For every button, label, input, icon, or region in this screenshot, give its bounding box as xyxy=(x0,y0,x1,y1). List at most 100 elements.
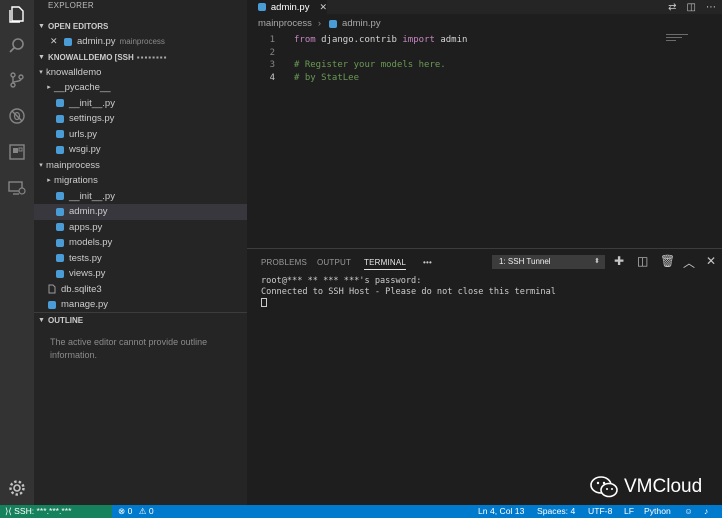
terminal-output[interactable]: root@*** ** *** ***'s password: Connected… xyxy=(247,276,722,311)
tree-folder[interactable]: ▸ __pycache__ xyxy=(34,80,247,96)
tab-label: admin.py xyxy=(270,1,310,13)
close-panel-icon[interactable]: ✕ xyxy=(706,254,716,268)
trash-icon[interactable]: 🗑 xyxy=(660,254,675,268)
chevron-down-icon: ▼ xyxy=(38,53,45,61)
encoding[interactable]: UTF-8 xyxy=(588,505,612,518)
sidebar-title: EXPLORER xyxy=(48,1,94,10)
tree-file[interactable]: tests.py xyxy=(34,251,247,267)
search-icon[interactable] xyxy=(7,36,27,56)
open-editor-item[interactable]: ✕ admin.py mainprocess xyxy=(34,34,247,50)
split-editor-icon[interactable]: ◫ xyxy=(687,2,696,13)
tree-file[interactable]: urls.py xyxy=(34,127,247,143)
code-line: 4 # by StatLee xyxy=(247,72,722,85)
tree-label: tests.py xyxy=(69,252,102,264)
code-token: django.contrib xyxy=(315,35,403,45)
tree-file[interactable]: views.py xyxy=(34,266,247,282)
tab-problems[interactable]: PROBLEMS xyxy=(261,258,307,267)
python-file-icon xyxy=(256,2,268,12)
tree-label: mainprocess xyxy=(46,159,100,171)
tree-file[interactable]: __init__.py xyxy=(34,96,247,112)
tree-file[interactable]: wsgi.py xyxy=(34,142,247,158)
tree-file[interactable]: apps.py xyxy=(34,220,247,236)
breadcrumb: mainprocess › admin.py xyxy=(247,14,722,34)
watermark-text: VMCloud xyxy=(624,476,703,497)
tree-label: migrations xyxy=(54,175,98,186)
line-number: 2 xyxy=(269,47,275,58)
python-file-icon xyxy=(54,191,66,201)
close-icon[interactable]: ✕ xyxy=(50,34,62,50)
python-file-icon xyxy=(54,222,66,232)
indentation[interactable]: Spaces: 4 xyxy=(537,505,575,518)
tree-label: knowalldemo xyxy=(46,66,102,78)
tab-admin-py[interactable]: admin.py ✕ xyxy=(247,0,327,14)
workspace-header[interactable]: ▼ KNOWALLDEMO [SSH ▪▪▪▪▪▪▪▪ xyxy=(34,50,247,65)
tree-file[interactable]: manage.py xyxy=(34,297,247,313)
python-file-icon xyxy=(54,238,66,248)
more-tabs-icon[interactable]: ••• xyxy=(423,258,432,267)
tree-folder[interactable]: ▾ mainprocess xyxy=(34,158,247,174)
tree-label: db.sqlite3 xyxy=(61,283,102,295)
close-icon[interactable]: ✕ xyxy=(319,2,327,13)
python-file-icon xyxy=(54,269,66,279)
tree-label: admin.py xyxy=(69,206,108,217)
compare-changes-icon[interactable]: ⇄ xyxy=(668,2,676,13)
python-file-icon xyxy=(54,98,66,108)
python-file-icon xyxy=(62,37,74,47)
settings-gear-icon[interactable] xyxy=(7,478,27,498)
breadcrumb-file[interactable]: admin.py xyxy=(342,14,381,34)
tree-file[interactable]: admin.py xyxy=(34,204,247,220)
tree-label: __pycache__ xyxy=(54,82,111,93)
new-terminal-icon[interactable]: ✚ xyxy=(614,254,624,268)
chevron-down-icon: ▼ xyxy=(38,23,45,30)
tree-label: apps.py xyxy=(69,221,103,233)
feedback-icon[interactable]: ☺ xyxy=(684,505,693,518)
tree-folder[interactable]: ▾ knowalldemo xyxy=(34,65,247,81)
more-actions-icon[interactable]: ⋯ xyxy=(706,2,716,13)
line-ending[interactable]: LF xyxy=(624,505,634,518)
remote-indicator[interactable]: ⟩⟨ SSH: ***.***.*** xyxy=(0,505,112,518)
tree-file[interactable]: models.py xyxy=(34,235,247,251)
watermark: VMCloud xyxy=(590,476,702,498)
editor-actions: ⇄ ◫ ⋯ xyxy=(668,0,716,14)
source-control-icon[interactable] xyxy=(7,70,27,90)
python-file-icon xyxy=(54,129,66,139)
remote-explorer-icon[interactable] xyxy=(7,178,27,198)
wechat-logo-icon xyxy=(590,476,618,498)
tree-file[interactable]: __init__.py xyxy=(34,189,247,205)
tree-label: views.py xyxy=(69,268,106,279)
split-terminal-icon[interactable]: ◫ xyxy=(637,254,648,268)
tree-label: settings.py xyxy=(69,113,115,124)
explorer-icon[interactable] xyxy=(7,4,27,24)
code-line: 2 xyxy=(247,47,722,60)
terminal-cursor xyxy=(261,298,267,307)
status-bar: ⟩⟨ SSH: ***.***.*** ⊗ 0 ⚠ 0 Ln 4, Col 13… xyxy=(0,505,722,518)
tab-output[interactable]: OUTPUT xyxy=(317,258,351,267)
cursor-position[interactable]: Ln 4, Col 13 xyxy=(478,505,524,518)
maximize-panel-icon[interactable]: ︿ xyxy=(683,254,695,271)
code-token: admin xyxy=(434,35,468,45)
language-mode[interactable]: Python xyxy=(644,505,671,518)
open-editors-header[interactable]: ▼ OPEN EDITORS xyxy=(34,19,247,34)
breadcrumb-folder[interactable]: mainprocess xyxy=(258,14,312,34)
line-number: 1 xyxy=(269,35,275,45)
line-number: 4 xyxy=(269,73,275,84)
tree-label: wsgi.py xyxy=(69,144,101,155)
line-number: 3 xyxy=(269,60,275,71)
code-token: from xyxy=(294,35,316,45)
terminal-select[interactable]: 1: SSH Tunnel ⬍ xyxy=(492,255,605,269)
code-line: 3 # Register your models here. xyxy=(247,59,722,72)
tree-file[interactable]: db.sqlite3 xyxy=(34,282,247,298)
minimap[interactable] xyxy=(666,34,690,44)
panel-tabs: PROBLEMS OUTPUT TERMINAL ••• 1: SSH Tunn… xyxy=(247,249,722,276)
problems-status[interactable]: ⊗ 0 ⚠ 0 xyxy=(118,505,154,518)
tree-label: __init__.py xyxy=(69,97,115,109)
python-file-icon xyxy=(54,145,66,155)
bell-icon[interactable]: ♪ xyxy=(704,505,708,518)
code-editor[interactable]: 1 from django.contrib import admin 2 3 # Reg… xyxy=(247,34,722,85)
redacted-host: ▪▪▪▪▪▪▪▪ xyxy=(136,52,168,62)
tree-file[interactable]: settings.py xyxy=(34,111,247,127)
tree-folder[interactable]: ▸ migrations xyxy=(34,173,247,189)
extensions-icon[interactable] xyxy=(7,142,27,162)
tab-terminal[interactable]: TERMINAL xyxy=(364,258,407,270)
debug-icon[interactable] xyxy=(7,106,27,126)
